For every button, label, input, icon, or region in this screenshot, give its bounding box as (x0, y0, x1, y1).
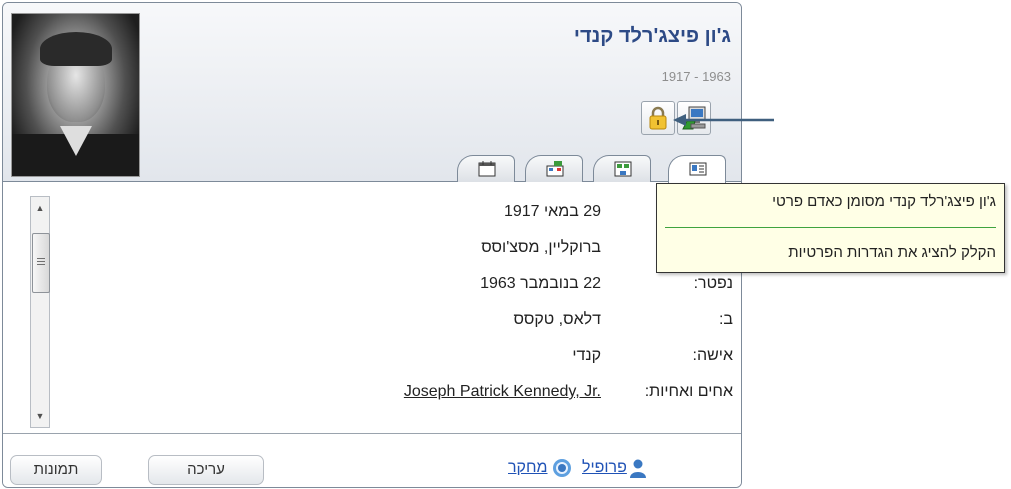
privacy-lock-button[interactable] (641, 101, 675, 135)
card-header: ג'ון פיצג'רלד קנדי 1917 - 1963 (3, 3, 741, 183)
tab-calendar[interactable] (457, 155, 515, 182)
sibling-link[interactable]: Joseph Patrick Kennedy, Jr. (404, 383, 601, 401)
tab-family-group[interactable] (525, 155, 583, 182)
detail-row-death-date: נפטר: 22 בנובמבר 1963 (53, 269, 741, 301)
detail-label: אישה: (692, 347, 733, 364)
tooltip-hint: הקלק להציג את הגדרות הפרטיות (788, 244, 996, 261)
detail-row-spouse: אישה: קנדי (53, 341, 741, 373)
tooltip-separator (665, 227, 996, 228)
detail-label: ב: (718, 311, 733, 328)
research-icon[interactable] (552, 458, 572, 483)
detail-value: דלאס, טקסס (513, 311, 601, 328)
detail-value: 29 במאי 1917 (503, 203, 601, 220)
scroll-thumb[interactable] (32, 233, 50, 293)
detail-row-birth-place: ברוקליין, מסצ'וסס (53, 233, 741, 265)
profile-link[interactable]: פרופיל (582, 459, 627, 477)
details-scrollbar[interactable]: ▲ ▼ (30, 196, 50, 428)
person-name: ג'ון פיצג'רלד קנדי (573, 25, 731, 47)
research-link[interactable]: מחקר (508, 459, 548, 477)
photos-button[interactable]: תמונות (10, 455, 102, 485)
privacy-tooltip: ג'ון פיצג'רלד קנדי מסומן כאדם פרטי הקלק … (656, 183, 1005, 273)
scroll-down-icon[interactable]: ▼ (31, 407, 49, 425)
tooltip-title: ג'ון פיצג'רלד קנדי מסומן כאדם פרטי (772, 193, 996, 210)
detail-row-siblings: אחים ואחיות: Joseph Patrick Kennedy, Jr. (53, 377, 741, 409)
detail-row-death-place: ב: דלאס, טקסס (53, 305, 741, 337)
profile-icon[interactable] (628, 458, 648, 483)
detail-value: 22 בנובמבר 1963 (480, 275, 601, 292)
tab-family-tree[interactable] (593, 155, 651, 182)
detail-label: נפטר: (693, 275, 733, 292)
edit-button[interactable]: עריכה (148, 455, 264, 485)
details-panel: 29 במאי 1917 ברוקליין, מסצ'וסס נפטר: 22 … (3, 182, 741, 432)
scroll-up-icon[interactable]: ▲ (31, 199, 49, 217)
person-photo[interactable] (11, 13, 140, 177)
person-card: ג'ון פיצג'רלד קנדי 1917 - 1963 29 במאי 1… (2, 2, 742, 488)
pointer-arrow-icon (673, 114, 774, 126)
tab-contact-card[interactable] (668, 155, 726, 183)
detail-value: ברוקליין, מסצ'וסס (481, 239, 601, 256)
person-life-dates: 1917 - 1963 (661, 69, 731, 84)
detail-label: אחים ואחיות: (644, 383, 733, 400)
card-footer: תמונות עריכה מחקר פרופיל (3, 433, 741, 487)
detail-row-birth-date: 29 במאי 1917 (53, 197, 741, 229)
detail-value: קנדי (572, 347, 601, 364)
